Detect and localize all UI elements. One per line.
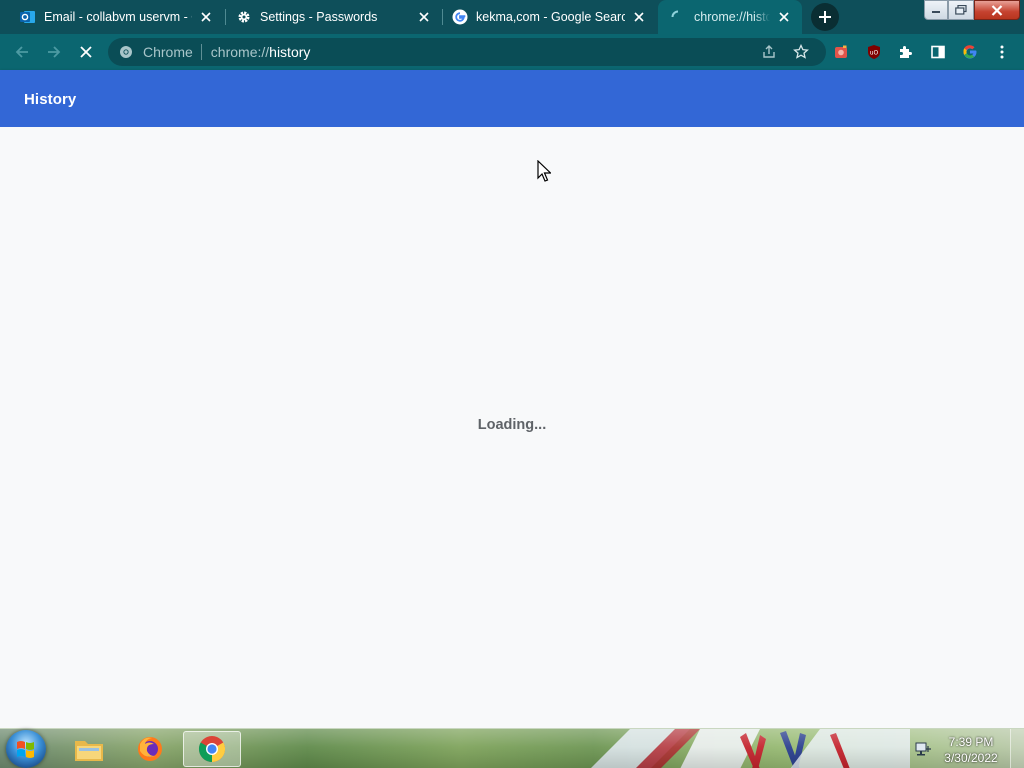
tab-title: chrome://history [694,10,770,24]
taskbar-clock[interactable]: 7:39 PM 3/30/2022 [940,734,1002,766]
side-panel-button[interactable] [924,38,952,66]
firefox-icon [138,737,162,761]
puzzle-icon [900,46,912,58]
new-tab-button[interactable] [811,3,839,31]
url-host: history [269,44,311,60]
kebab-menu-icon [1000,45,1004,59]
windows-taskbar: 7:39 PM 3/30/2022 [0,728,1024,768]
close-icon[interactable] [631,9,647,25]
svg-text:uO: uO [870,50,879,57]
site-chip-label: Chrome [143,44,193,60]
tab-history[interactable]: chrome://history [658,0,802,34]
restore-icon [955,5,967,15]
bookmark-button[interactable] [787,38,815,66]
stop-x-icon [80,46,92,58]
gear-icon [236,9,252,25]
google-icon [452,9,468,25]
stop-button[interactable] [72,38,100,66]
close-icon [991,4,1003,16]
tab-title: Settings - Passwords [260,10,378,24]
history-content: Loading... [0,127,1024,728]
url-text[interactable]: chrome://history [211,44,311,60]
taskbar-chrome[interactable] [183,731,241,767]
mouse-cursor-icon [537,160,551,182]
tab-title: Email - collabvm uservm - O [44,10,192,24]
plus-icon [819,11,831,23]
close-icon[interactable] [776,9,792,25]
omnibox-divider [200,44,202,60]
site-info-chip[interactable]: Chrome [119,44,193,60]
extensions-button[interactable] [892,38,920,66]
share-button[interactable] [755,38,783,66]
tab-google-search[interactable]: kekma,com - Google Search [443,0,657,34]
share-icon [763,45,775,58]
windows-logo-icon [17,741,34,758]
ublock-icon: uO [868,45,880,59]
clock-date: 3/30/2022 [944,751,998,765]
tab-strip: Email - collabvm uservm - O Settings - P… [0,0,1024,34]
page-title: History [24,91,77,108]
folder-icon [75,741,103,761]
taskbar-firefox[interactable] [121,731,179,767]
arrow-right-icon [48,46,61,58]
browser-toolbar: Chrome chrome://history uO [0,34,1024,70]
star-icon [793,44,809,59]
show-desktop-button[interactable] [1010,729,1024,768]
side-panel-icon [931,45,945,59]
back-button[interactable] [8,38,36,66]
extension-camera-button[interactable] [827,38,855,66]
tab-title: kekma,com - Google Search [476,10,625,24]
loading-spinner-icon [670,9,686,25]
profile-button[interactable] [956,38,984,66]
minimize-button[interactable] [924,0,948,20]
network-icon[interactable] [914,740,932,758]
address-bar[interactable]: Chrome chrome://history [108,38,826,66]
tab-settings-passwords[interactable]: Settings - Passwords [226,0,442,34]
clock-time: 7:39 PM [948,735,994,749]
restore-button[interactable] [948,0,974,20]
loading-text: Loading... [477,417,547,433]
start-button[interactable] [6,730,46,768]
extension-ublock-button[interactable]: uO [860,38,888,66]
arrow-left-icon [15,46,28,58]
url-prefix: chrome:// [210,44,270,60]
taskbar-explorer[interactable] [60,731,118,767]
minimize-icon [932,11,940,13]
camera-extension-icon [835,45,847,58]
outlook-icon [20,9,36,25]
menu-button[interactable] [988,38,1016,66]
forward-button[interactable] [40,38,68,66]
history-header: History [0,70,1024,127]
chrome-icon [198,736,226,763]
close-icon[interactable] [198,9,214,25]
google-account-icon [963,45,977,59]
chrome-icon [120,46,132,58]
close-icon[interactable] [416,9,432,25]
tab-email[interactable]: Email - collabvm uservm - O [0,0,224,34]
close-window-button[interactable] [974,0,1020,20]
